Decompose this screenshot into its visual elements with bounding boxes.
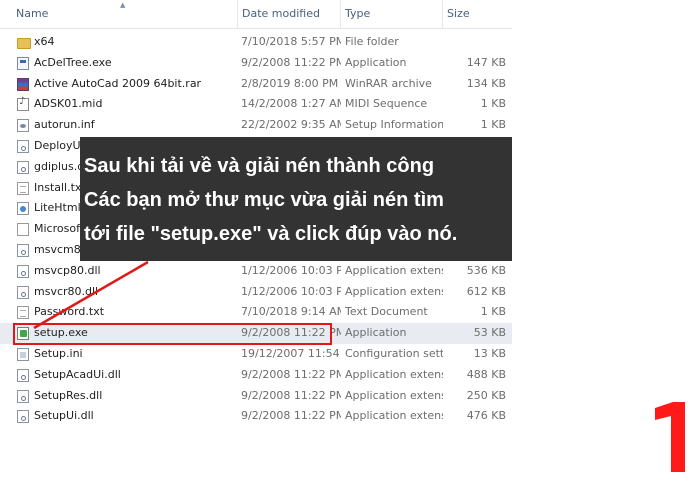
- file-date-modified: 9/2/2008 11:22 PM: [241, 367, 341, 381]
- file-date-modified: 14/2/2008 1:27 AM: [241, 97, 341, 111]
- file-name: autorun.inf: [34, 118, 95, 132]
- rar-icon: [17, 77, 29, 91]
- file-row[interactable]: SetupRes.dll 9/2/2008 11:22 PM Application…: [0, 386, 512, 407]
- file-row[interactable]: Setup.ini 19/12/2007 11:54 ... Configurati…: [0, 344, 512, 365]
- txt-icon: [17, 181, 29, 195]
- file-row[interactable]: Active AutoCad 2009 64bit.rar 2/8/2019 8:…: [0, 74, 512, 95]
- file-size: 488 KB: [466, 367, 506, 381]
- file-date-modified: 1/12/2006 10:03 PM: [241, 263, 341, 277]
- file-size: 250 KB: [466, 388, 506, 402]
- column-type[interactable]: Type: [340, 0, 442, 28]
- file-type: Application extens...: [345, 367, 443, 381]
- file-type: Text Document: [345, 305, 428, 319]
- step-number-one-graphic: [655, 402, 685, 472]
- file-size: 536 KB: [466, 263, 506, 277]
- ini-icon: [17, 347, 29, 361]
- file-row[interactable]: ADSK01.mid 14/2/2008 1:27 AM MIDI Sequence…: [0, 94, 512, 115]
- file-type: Setup Information: [345, 118, 443, 132]
- file-date-modified: 19/12/2007 11:54 ...: [241, 346, 341, 360]
- file-size: [446, 32, 506, 53]
- file-type: Configuration sett...: [345, 346, 443, 360]
- file-name: AcDelTree.exe: [34, 55, 112, 69]
- dll-icon: [17, 264, 29, 278]
- setup-exe-highlight-box: [13, 323, 332, 345]
- file-row[interactable]: msvcp80.dll 1/12/2006 10:03 PM Application…: [0, 261, 512, 282]
- file-date-modified: 9/2/2008 11:22 PM: [241, 388, 341, 402]
- file-name: SetupUi.dll: [34, 409, 94, 423]
- file-row[interactable]: msvcr80.dll 1/12/2006 10:03 PM Application…: [0, 282, 512, 303]
- column-name[interactable]: Name: [12, 0, 237, 28]
- file-row[interactable]: AcDelTree.exe 9/2/2008 11:22 PM Applicatio…: [0, 53, 512, 74]
- file-row[interactable]: Password.txt 7/10/2018 9:14 AM Text Docume…: [0, 302, 512, 323]
- file-date-modified: 7/10/2018 9:14 AM: [241, 305, 341, 319]
- overlay-line-3: tới file "setup.exe" và click đúp vào nó…: [84, 223, 458, 245]
- file-size: 1 KB: [480, 305, 506, 319]
- dll-icon: [17, 139, 29, 153]
- file-name: Setup.ini: [34, 346, 83, 360]
- file-size: 147 KB: [466, 55, 506, 69]
- column-date-modified[interactable]: Date modified: [237, 0, 340, 28]
- folder-icon: [17, 38, 31, 49]
- txt-icon: [17, 306, 29, 320]
- column-header: ▲ Name Date modified Type Size: [0, 0, 512, 29]
- file-name: msvcr80.dll: [34, 284, 99, 298]
- blank-file-icon: [17, 223, 29, 237]
- file-row[interactable]: SetupAcadUi.dll 9/2/2008 11:22 PM Applicat…: [0, 365, 512, 386]
- file-name: ADSK01.mid: [34, 97, 103, 111]
- file-date-modified: 22/2/2002 9:35 AM: [241, 118, 341, 132]
- inf-icon: [17, 119, 29, 133]
- dll-icon: [17, 368, 29, 382]
- file-date-modified: 7/10/2018 5:57 PM: [241, 35, 341, 48]
- file-row[interactable]: x64 7/10/2018 5:57 PM File folder: [0, 32, 512, 53]
- dll-icon: [17, 243, 29, 257]
- file-name: SetupRes.dll: [34, 388, 103, 402]
- file-size: 476 KB: [466, 409, 506, 423]
- file-type: Application extens...: [345, 409, 443, 423]
- file-size: 134 KB: [466, 76, 506, 90]
- midi-icon: [17, 96, 29, 112]
- file-row[interactable]: autorun.inf 22/2/2002 9:35 AM Setup Inform…: [0, 115, 512, 136]
- column-size[interactable]: Size: [442, 0, 512, 28]
- file-type: Application: [345, 326, 407, 340]
- overlay-line-1: Sau khi tải về và giải nén thành công: [84, 155, 435, 177]
- file-name: SetupAcadUi.dll: [34, 367, 121, 381]
- file-date-modified: 1/12/2006 10:03 PM: [241, 284, 341, 298]
- file-name: Active AutoCad 2009 64bit.rar: [34, 76, 202, 90]
- exe-icon: [17, 56, 29, 70]
- dll-icon: [17, 285, 29, 299]
- file-type: Application extens...: [345, 284, 443, 298]
- instruction-overlay: Sau khi tải về và giải nén thành công Cá…: [80, 137, 512, 261]
- overlay-line-2: Các bạn mở thư mục vừa giải nén tìm: [84, 189, 444, 211]
- file-size: 53 KB: [473, 326, 506, 340]
- file-name: msvcp80.dll: [34, 263, 101, 277]
- file-date-modified: 9/2/2008 11:22 PM: [241, 55, 341, 69]
- file-size: 1 KB: [480, 118, 506, 132]
- file-type: Application extens...: [345, 263, 443, 277]
- file-date-modified: 9/2/2008 11:22 PM: [241, 409, 341, 423]
- file-row[interactable]: SetupUi.dll 9/2/2008 11:22 PM Application …: [0, 406, 512, 427]
- file-date-modified: 2/8/2019 8:00 PM: [241, 76, 339, 90]
- file-type: File folder: [345, 35, 399, 48]
- dll-icon: [17, 160, 29, 174]
- file-size: 1 KB: [480, 97, 506, 111]
- file-type: WinRAR archive: [345, 76, 432, 90]
- dll-icon: [17, 389, 29, 403]
- file-size: 612 KB: [466, 284, 506, 298]
- file-size: 13 KB: [473, 346, 506, 360]
- file-type: Application: [345, 55, 407, 69]
- html-icon: [17, 202, 29, 216]
- file-type: MIDI Sequence: [345, 97, 428, 111]
- dll-icon: [17, 410, 29, 424]
- file-name: x64: [34, 35, 55, 48]
- file-type: Application extens...: [345, 388, 443, 402]
- file-name: Password.txt: [34, 305, 105, 319]
